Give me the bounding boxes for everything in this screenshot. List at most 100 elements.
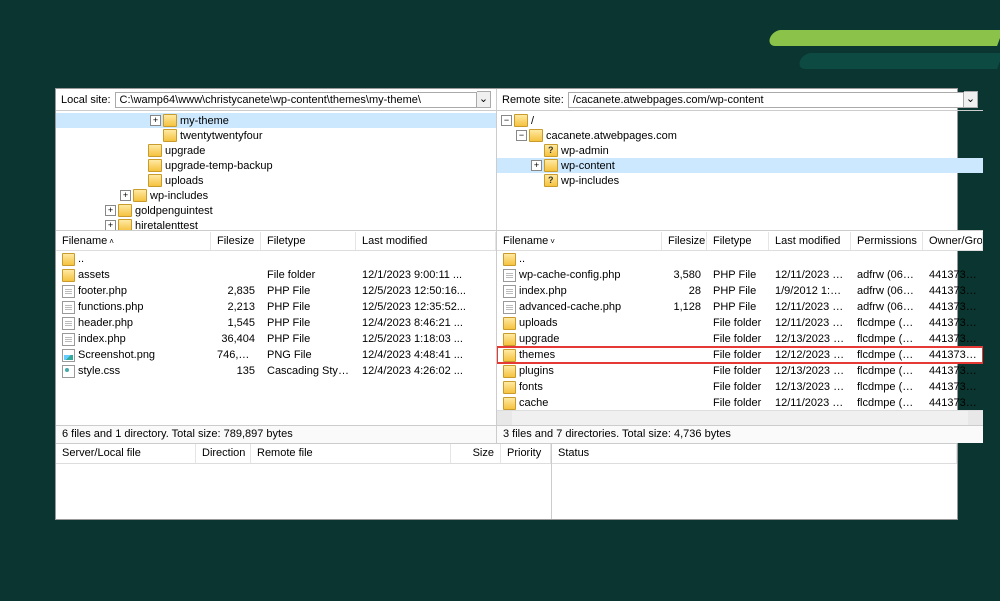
col-modified[interactable]: Last modified	[356, 232, 496, 250]
ftp-client-window: Local site: ⌄ + my-theme twentytwentyfou…	[55, 88, 958, 520]
file-row[interactable]: Screenshot.png 746,765 PNG File 12/4/202…	[56, 347, 496, 363]
folder-icon	[529, 129, 543, 142]
col-remote-file[interactable]: Remote file	[251, 444, 451, 463]
tree-expander[interactable]: +	[531, 160, 542, 171]
queue-body-right[interactable]	[552, 464, 957, 519]
folder-icon	[118, 204, 132, 217]
tree-item[interactable]: wp-admin	[497, 143, 983, 158]
remote-tree[interactable]: − / − cacanete.atwebpages.com wp-admin +…	[497, 111, 983, 231]
col-filetype[interactable]: Filetype	[707, 232, 769, 250]
col-owner[interactable]: Owner/Grou...	[923, 232, 983, 250]
tree-item[interactable]: twentytwentyfour	[56, 128, 496, 143]
file-row[interactable]: ..	[56, 251, 496, 267]
file-type: PHP File	[261, 333, 356, 345]
tree-item[interactable]: wp-includes	[497, 173, 983, 188]
col-filename[interactable]: Filename˅	[497, 232, 662, 250]
col-modified[interactable]: Last modified	[769, 232, 851, 250]
tree-item[interactable]: + goldpenguintest	[56, 203, 496, 218]
file-row[interactable]: upgrade File folder 12/13/2023 1:5... fl…	[497, 331, 983, 347]
file-row[interactable]: uploads File folder 12/11/2023 2:0... fl…	[497, 315, 983, 331]
file-row[interactable]: advanced-cache.php 1,128 PHP File 12/11/…	[497, 299, 983, 315]
tree-item[interactable]: − cacanete.atwebpages.com	[497, 128, 983, 143]
col-filesize[interactable]: Filesize	[662, 232, 707, 250]
file-row[interactable]: header.php 1,545 PHP File 12/4/2023 8:46…	[56, 315, 496, 331]
local-pathbar: Local site: ⌄	[56, 89, 496, 111]
tree-expander[interactable]: +	[150, 115, 161, 126]
tree-item[interactable]: + my-theme	[56, 113, 496, 128]
tree-item[interactable]: + wp-includes	[56, 188, 496, 203]
file-name: ..	[519, 253, 525, 265]
tree-expander[interactable]: −	[501, 115, 512, 126]
col-size[interactable]: Size	[451, 444, 501, 463]
folder-icon	[62, 269, 75, 282]
file-name: themes	[519, 349, 555, 361]
file-owner: 4413733_chr...	[923, 333, 983, 345]
local-path-input[interactable]	[115, 92, 477, 108]
col-server-local-file[interactable]: Server/Local file	[56, 444, 196, 463]
file-modified: 12/13/2023 1:3...	[769, 381, 851, 393]
col-priority[interactable]: Priority	[501, 444, 551, 463]
tree-expander[interactable]: +	[105, 220, 116, 231]
queue-body-left[interactable]	[56, 464, 551, 519]
col-filetype[interactable]: Filetype	[261, 232, 356, 250]
file-name: upgrade	[519, 333, 559, 345]
file-row[interactable]: cache File folder 12/11/2023 2:0... flcd…	[497, 395, 983, 410]
remote-path-input[interactable]	[568, 92, 964, 108]
folder-icon	[503, 349, 516, 362]
tree-expander[interactable]: −	[516, 130, 527, 141]
remote-h-scrollbar[interactable]	[497, 410, 983, 425]
col-permissions[interactable]: Permissions	[851, 232, 923, 250]
folder-icon	[503, 333, 516, 346]
file-row[interactable]: fonts File folder 12/13/2023 1:3... flcd…	[497, 379, 983, 395]
tree-expander[interactable]: +	[105, 205, 116, 216]
tree-item[interactable]: uploads	[56, 173, 496, 188]
tree-item-label: my-theme	[180, 115, 229, 127]
file-row[interactable]: themes File folder 12/12/2023 12:... flc…	[497, 347, 983, 363]
folder-icon	[148, 174, 162, 187]
tree-item-label: upgrade-temp-backup	[165, 160, 273, 172]
file-row[interactable]: style.css 135 Cascading Style Sh... 12/4…	[56, 363, 496, 379]
local-tree[interactable]: + my-theme twentytwentyfour upgrade upgr…	[56, 111, 496, 231]
queue-header-left: Server/Local file Direction Remote file …	[56, 444, 551, 464]
tree-item[interactable]: upgrade-temp-backup	[56, 158, 496, 173]
file-permissions: flcdmpe (0...	[851, 397, 923, 409]
file-row[interactable]: functions.php 2,213 PHP File 12/5/2023 1…	[56, 299, 496, 315]
local-path-dropdown[interactable]: ⌄	[477, 91, 491, 108]
col-direction[interactable]: Direction	[196, 444, 251, 463]
file-name: assets	[78, 269, 110, 281]
file-modified: 1/9/2012 1:01:1...	[769, 285, 851, 297]
remote-file-list[interactable]: .. wp-cache-config.php 3,580 PHP File 12…	[497, 251, 983, 410]
tree-item[interactable]: + hiretalenttest	[56, 218, 496, 231]
tree-item[interactable]: + wp-content	[497, 158, 983, 173]
col-filesize[interactable]: Filesize	[211, 232, 261, 250]
file-type: PHP File	[261, 301, 356, 313]
file-modified: 12/11/2023 2:0...	[769, 301, 851, 313]
file-owner: 4413733_chr...	[923, 317, 983, 329]
col-status[interactable]: Status	[552, 444, 957, 463]
file-row[interactable]: ..	[497, 251, 983, 267]
file-permissions: flcdmpe (0...	[851, 317, 923, 329]
file-row[interactable]: footer.php 2,835 PHP File 12/5/2023 12:5…	[56, 283, 496, 299]
file-row[interactable]: plugins File folder 12/13/2023 2:2... fl…	[497, 363, 983, 379]
file-row[interactable]: index.php 28 PHP File 1/9/2012 1:01:1...…	[497, 283, 983, 299]
php-icon	[62, 333, 75, 346]
tree-expander[interactable]: +	[120, 190, 131, 201]
local-status: 6 files and 1 directory. Total size: 789…	[56, 425, 496, 443]
col-filename[interactable]: Filename˄	[56, 232, 211, 250]
file-row[interactable]: assets File folder 12/1/2023 9:00:11 ...	[56, 267, 496, 283]
remote-path-dropdown[interactable]: ⌄	[964, 91, 978, 108]
tree-item-label: uploads	[165, 175, 204, 187]
folder-icon	[133, 189, 147, 202]
php-icon	[62, 301, 75, 314]
file-modified: 12/4/2023 4:48:41 ...	[356, 349, 496, 361]
local-file-list[interactable]: .. assets File folder 12/1/2023 9:00:11 …	[56, 251, 496, 425]
queue-area: Server/Local file Direction Remote file …	[56, 444, 957, 519]
file-modified: 12/11/2023 2:0...	[769, 317, 851, 329]
tree-item[interactable]: − /	[497, 113, 983, 128]
file-row[interactable]: wp-cache-config.php 3,580 PHP File 12/11…	[497, 267, 983, 283]
file-modified: 12/11/2023 2:0...	[769, 397, 851, 409]
file-modified: 12/4/2023 8:46:21 ...	[356, 317, 496, 329]
local-pane: Local site: ⌄ + my-theme twentytwentyfou…	[56, 89, 497, 443]
file-row[interactable]: index.php 36,404 PHP File 12/5/2023 1:18…	[56, 331, 496, 347]
tree-item[interactable]: upgrade	[56, 143, 496, 158]
